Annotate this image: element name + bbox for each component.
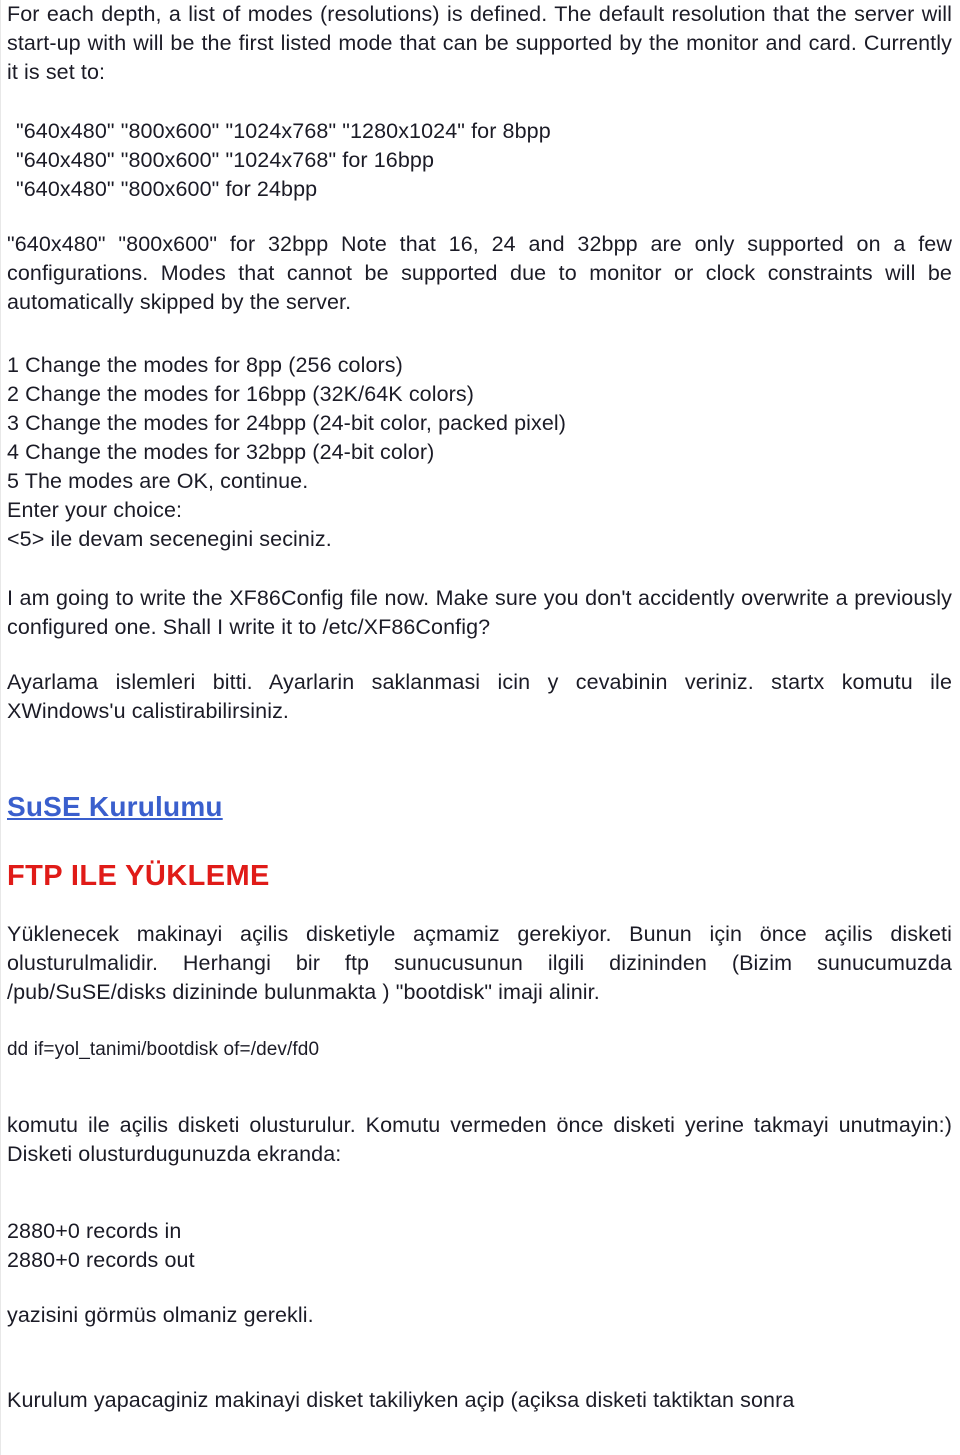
menu-option-5: 5 The modes are OK, continue. (7, 469, 309, 493)
write-config-paragraph: I am going to write the XF86Config file … (7, 586, 952, 639)
settings-done-paragraph: Ayarlama islemleri bitti. Ayarlarin sakl… (7, 670, 952, 723)
ftp-section-heading: FTP ILE YÜKLEME (7, 860, 270, 892)
mode-line-8bpp: "640x480" "800x600" "1024x768" "1280x102… (16, 119, 551, 143)
mode-line-24bpp: "640x480" "800x600" for 24bpp (16, 177, 318, 201)
mode-note-paragraph: "640x480" "800x600" for 32bpp Note that … (7, 232, 952, 314)
dd-records-out: 2880+0 records out (7, 1248, 195, 1272)
records-note-paragraph: yazisini görmüs olmaniz gerekli. (7, 1303, 314, 1327)
menu-option-4: 4 Change the modes for 32bpp (24-bit col… (7, 440, 435, 464)
document-page: For each depth, a list of modes (resolut… (0, 0, 960, 1455)
mode-line-16bpp: "640x480" "800x600" "1024x768" for 16bpp (16, 148, 435, 172)
boot-disk-paragraph: Yüklenecek makinayi açilis disketiyle aç… (7, 922, 952, 1004)
dd-records-in: 2880+0 records in (7, 1219, 182, 1243)
menu-option-3: 3 Change the modes for 24bpp (24-bit col… (7, 411, 567, 435)
menu-option-2: 2 Change the modes for 16bpp (32K/64K co… (7, 382, 475, 406)
enter-choice-prompt: Enter your choice: (7, 498, 183, 522)
after-dd-paragraph: komutu ile açilis disketi olusturulur. K… (7, 1113, 952, 1166)
intro-paragraph: For each depth, a list of modes (resolut… (7, 2, 952, 84)
last-paragraph: Kurulum yapacaginiz makinayi disket taki… (7, 1388, 795, 1412)
menu-option-1: 1 Change the modes for 8pp (256 colors) (7, 353, 403, 377)
suse-link-wrapper: SuSE Kurulumu (7, 790, 952, 824)
suse-kurulumu-link[interactable]: SuSE Kurulumu (7, 790, 223, 824)
dd-command-line: dd if=yol_tanimi/bootdisk of=/dev/fd0 (7, 1039, 320, 1060)
choice-note-turkish: <5> ile devam secenegini seciniz. (7, 527, 332, 551)
